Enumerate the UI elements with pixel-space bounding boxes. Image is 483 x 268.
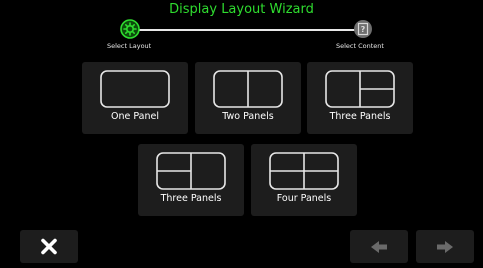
step-label-select-layout: Select Layout [107,42,152,50]
wizard-title: Display Layout Wizard [169,2,314,17]
three-panels-right-split-layout-icon [325,70,395,108]
next-button[interactable] [416,230,474,263]
arrow-left-icon [371,241,387,253]
layout-option-three-panels-right-split[interactable]: Three Panels [307,62,413,134]
four-panels-layout-icon [269,152,339,190]
layout-option-label: Three Panels [160,193,222,204]
layout-option-four-panels[interactable]: Four Panels [251,144,357,216]
two-panels-layout-icon [213,70,283,108]
gear-icon [120,19,140,39]
svg-text:?: ? [361,25,366,34]
layout-option-label: One Panel [111,111,159,122]
layout-option-label: Three Panels [329,111,391,122]
step-progress-line [129,29,359,31]
help-icon: ? [354,20,372,38]
layout-option-two-panels[interactable]: Two Panels [195,62,301,134]
layout-option-label: Two Panels [222,111,274,122]
back-button[interactable] [350,230,408,263]
three-panels-left-split-layout-icon [156,152,226,190]
layout-option-three-panels-left-split[interactable]: Three Panels [138,144,244,216]
layout-option-label: Four Panels [276,193,332,204]
one-panel-layout-icon [100,70,170,108]
layout-option-one-panel[interactable]: One Panel [82,62,188,134]
step-label-select-content: Select Content [336,42,384,50]
close-icon [41,238,57,255]
arrow-right-icon [437,241,453,253]
close-button[interactable] [20,230,78,263]
